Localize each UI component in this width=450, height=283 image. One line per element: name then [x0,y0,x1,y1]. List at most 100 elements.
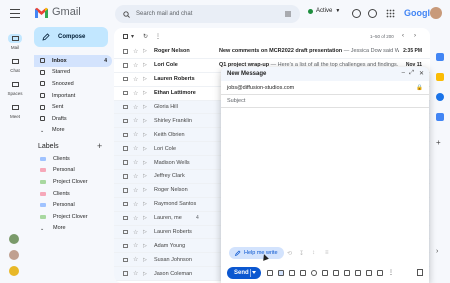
shorten-icon[interactable]: ≡ [325,250,329,256]
important-icon[interactable]: ▷ [143,118,147,124]
label-item[interactable]: Project Clover [34,176,112,188]
row-checkbox[interactable] [123,243,128,249]
important-icon[interactable]: ▷ [143,215,147,221]
help-me-write-button[interactable]: Help me write [229,247,284,259]
row-checkbox[interactable] [123,215,128,221]
chat-avatar[interactable] [9,250,19,260]
sidebar-item-drafts[interactable]: Drafts [34,113,112,125]
show-side-panel-icon[interactable]: › [436,248,438,255]
send-button[interactable]: Send [227,267,261,279]
star-icon[interactable]: ☆ [133,201,138,208]
row-checkbox[interactable] [123,160,128,165]
sidebar-item-inbox[interactable]: Inbox 4 [34,55,112,67]
row-checkbox[interactable] [123,104,128,110]
help-me-write-icon[interactable] [278,270,284,276]
star-icon[interactable]: ☆ [133,159,138,166]
sidebar-item-important[interactable]: Important [34,90,112,102]
tasks-icon[interactable] [436,93,444,101]
compose-header[interactable]: New Message – ⤢ ✕ [221,67,429,81]
trash-icon[interactable] [417,269,423,276]
sidebar-item-snoozed[interactable]: Snoozed [34,78,112,90]
sidebar-item-sent[interactable]: Sent [34,101,112,113]
attach-icon[interactable] [289,270,295,276]
row-checkbox[interactable] [123,271,128,276]
help-icon[interactable] [352,9,361,18]
account-avatar[interactable] [430,7,442,19]
important-icon[interactable]: ▷ [143,76,147,82]
rail-item-chat[interactable]: Chat [0,57,30,73]
subject-field[interactable]: Subject [221,95,429,108]
star-icon[interactable]: ☆ [133,131,138,138]
important-icon[interactable]: ▷ [143,160,147,166]
label-item-more[interactable]: ⌄ More [34,223,112,235]
row-checkbox[interactable] [123,188,128,193]
signature-icon[interactable] [355,270,361,276]
label-item[interactable]: Personal [34,165,112,177]
row-checkbox[interactable] [123,201,128,207]
sidebar-item-more[interactable]: ⌄ More [34,125,112,137]
star-icon[interactable]: ☆ [133,187,138,194]
minimize-icon[interactable]: – [402,70,405,76]
important-icon[interactable]: ▷ [143,48,147,54]
message-body[interactable] [221,109,429,239]
important-icon[interactable]: ▷ [143,132,147,138]
star-icon[interactable]: ☆ [133,48,138,55]
select-all-checkbox[interactable] [123,34,128,39]
lock-icon[interactable]: 🔒 [416,85,423,91]
add-label-icon[interactable]: + [97,141,102,151]
calendar-icon[interactable] [436,53,444,61]
important-icon[interactable]: ▷ [143,229,147,235]
more-vert-icon[interactable]: ⋮ [388,270,394,276]
important-icon[interactable]: ▷ [143,271,147,277]
star-icon[interactable]: ☆ [133,145,138,152]
main-menu-icon[interactable] [10,9,20,18]
label-item[interactable]: Project Clover [34,211,112,223]
row-checkbox[interactable] [123,49,128,54]
star-icon[interactable]: ☆ [133,117,138,124]
important-icon[interactable]: ▷ [143,146,147,152]
search-options-icon[interactable] [284,10,292,18]
chevron-down-icon[interactable]: ▾ [131,33,134,40]
star-icon[interactable]: ☆ [133,62,138,69]
rail-item-meet[interactable]: Meet [0,103,30,119]
status-selector[interactable]: Active ▼ [308,8,340,14]
star-icon[interactable]: ☆ [133,76,138,83]
search-input[interactable]: Search mail and chat [136,11,192,17]
star-icon[interactable]: ☆ [133,229,138,236]
compose-button[interactable]: Compose [34,27,108,47]
elaborate-icon[interactable]: ↕ [312,250,315,256]
row-checkbox[interactable] [123,174,128,179]
row-checkbox[interactable] [123,63,128,68]
important-icon[interactable]: ▷ [143,62,147,68]
gmail-logo[interactable]: Gmail [34,6,81,18]
star-icon[interactable]: ☆ [133,173,138,180]
important-icon[interactable]: ▷ [143,90,147,96]
layout-icon[interactable] [377,270,383,276]
lock-clock-icon[interactable] [344,270,350,276]
important-icon[interactable]: ▷ [143,257,147,263]
search-icon[interactable] [123,10,130,18]
chat-avatar[interactable] [9,266,19,276]
more-vert-icon[interactable]: ⋮ [155,33,161,40]
prev-page-icon[interactable]: ‹ [402,33,404,39]
link-icon[interactable] [300,270,306,276]
search-bar[interactable]: Search mail and chat [115,5,300,23]
schedule-send-icon[interactable] [252,271,256,274]
close-icon[interactable]: ✕ [419,70,424,77]
label-item[interactable]: Clients [34,188,112,200]
important-icon[interactable]: ▷ [143,104,147,110]
drive-icon[interactable] [322,270,328,276]
chat-avatar[interactable] [9,234,19,244]
row-checkbox[interactable] [123,118,128,124]
star-icon[interactable]: ☆ [133,242,138,249]
formatting-icon[interactable] [267,270,273,276]
star-icon[interactable]: ☆ [133,256,138,263]
label-item[interactable]: Clients [34,153,112,165]
important-icon[interactable]: ▷ [143,243,147,249]
apps-grid-icon[interactable] [386,9,395,18]
contacts-icon[interactable] [436,113,444,121]
fullscreen-icon[interactable]: ⤢ [409,70,414,77]
important-icon[interactable]: ▷ [143,187,147,193]
image-icon[interactable] [333,270,339,276]
star-icon[interactable]: ☆ [133,90,138,97]
